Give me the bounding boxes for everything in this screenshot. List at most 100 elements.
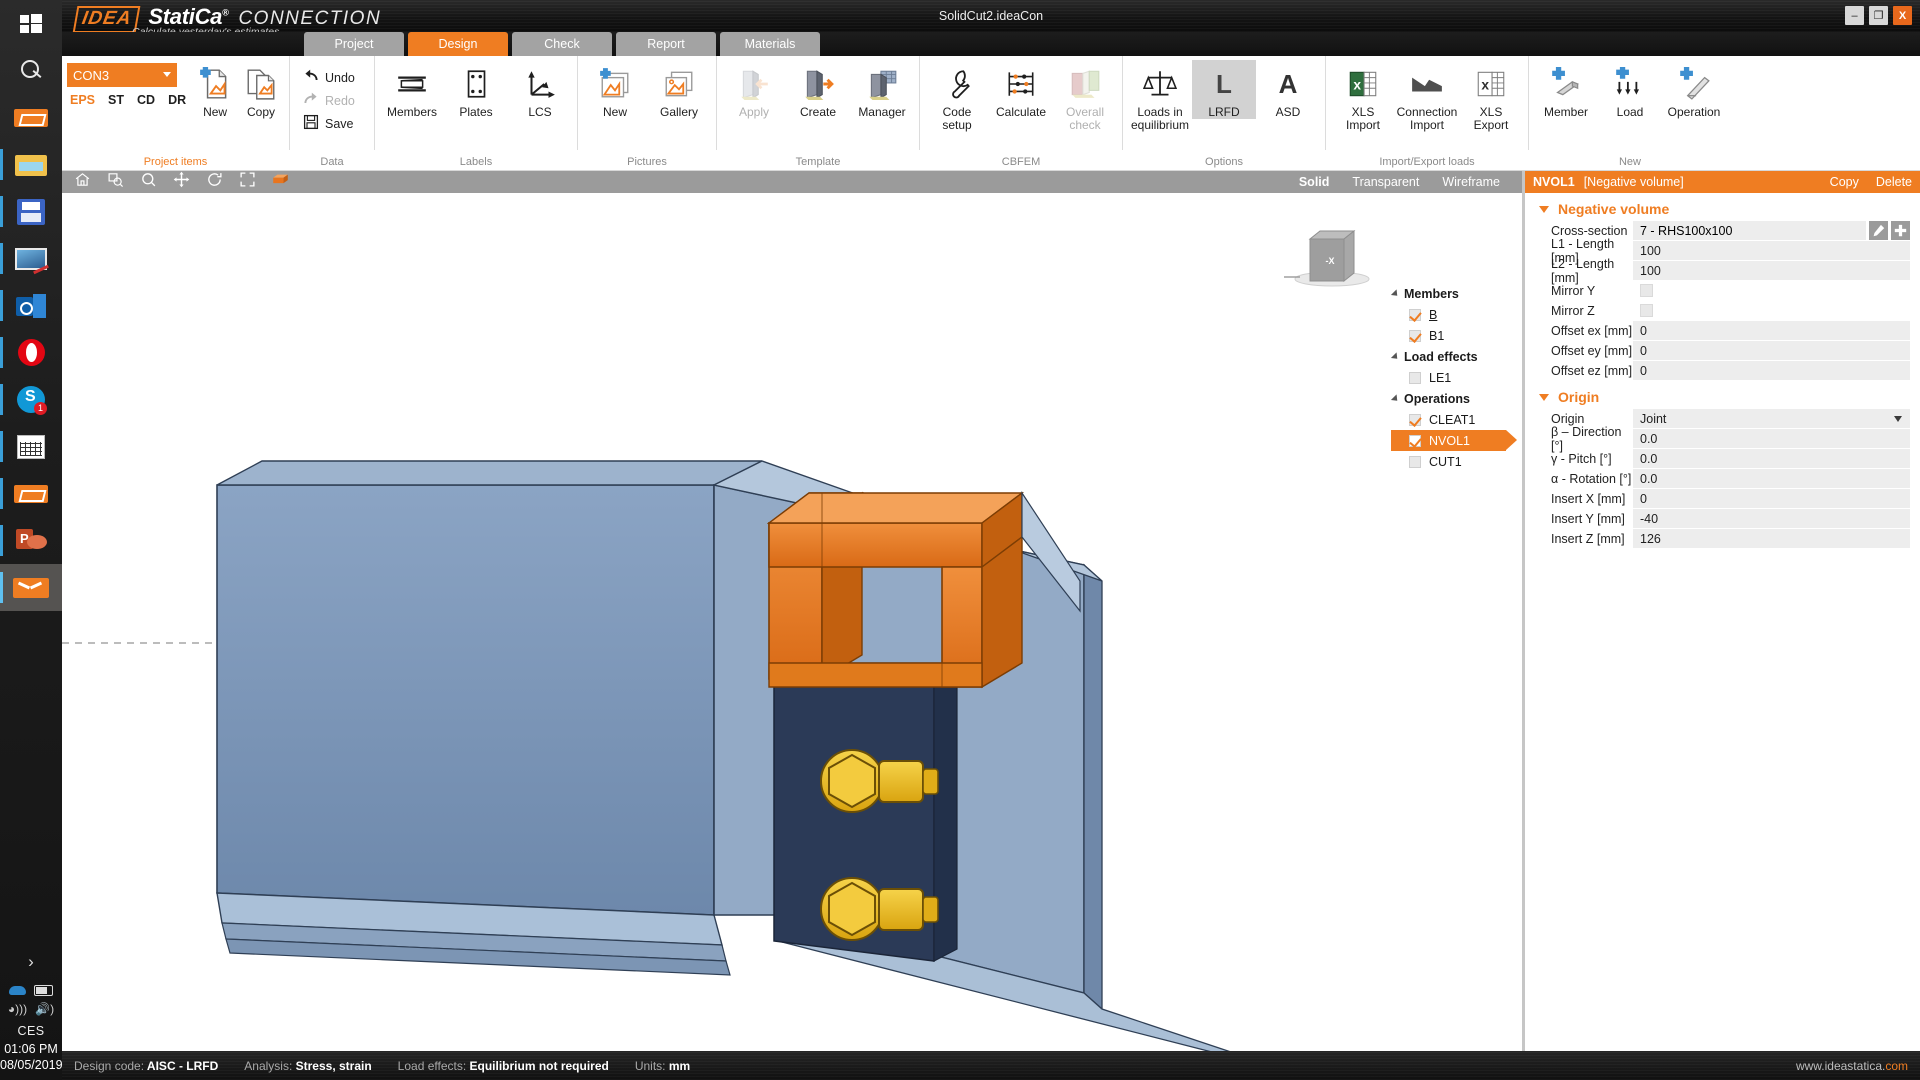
tab-materials[interactable]: Materials — [720, 32, 820, 56]
plates-button[interactable]: Plates — [444, 60, 508, 119]
save-button[interactable]: Save — [303, 112, 361, 135]
render-mode-solid[interactable]: Solid — [1299, 175, 1330, 189]
battery-icon[interactable] — [34, 985, 53, 996]
property-input[interactable]: 0.0 — [1633, 449, 1910, 469]
asd-button[interactable]: A ASD — [1256, 60, 1320, 119]
property-input[interactable]: -40 — [1633, 509, 1910, 529]
render-mode-transparent[interactable]: Transparent — [1352, 175, 1419, 189]
visibility-checkbox[interactable] — [1409, 434, 1421, 447]
add-cross-section-button[interactable] — [1891, 221, 1910, 241]
tab-project[interactable]: Project — [304, 32, 404, 56]
tree-group-load-effects[interactable]: Load effects — [1390, 346, 1506, 367]
visibility-checkbox[interactable] — [1409, 413, 1421, 426]
new-button[interactable]: New — [583, 60, 647, 119]
connection-selector[interactable]: CON3 — [67, 63, 177, 87]
chip-dr[interactable]: DR — [168, 93, 186, 107]
delete-button[interactable]: Delete — [1876, 175, 1912, 189]
wifi-icon[interactable]: ◕))) — [8, 1002, 27, 1016]
fit-screen-icon[interactable] — [239, 171, 256, 193]
taskbar-idea-statica[interactable] — [0, 94, 62, 141]
maximize-button[interactable]: ❐ — [1869, 6, 1888, 25]
home-icon[interactable] — [74, 171, 91, 193]
rotate-icon[interactable] — [206, 171, 223, 193]
property-input[interactable]: 0 — [1633, 489, 1910, 509]
property-input[interactable]: 0.0 — [1633, 469, 1910, 489]
taskbar-file-explorer[interactable] — [0, 141, 62, 188]
taskbar-idea-statica-2[interactable] — [0, 470, 62, 517]
properties-section-negative-volume[interactable]: Negative volume — [1525, 193, 1920, 221]
solid-block-icon[interactable] — [272, 171, 289, 193]
chip-st[interactable]: ST — [108, 93, 124, 107]
chip-eps[interactable]: EPS — [70, 93, 95, 107]
taskbar-opera[interactable] — [0, 329, 62, 376]
tree-item-nvol1[interactable]: NVOL1 — [1391, 430, 1517, 451]
calculate-button[interactable]: Calculate — [989, 60, 1053, 119]
tray-expand-button[interactable]: › — [0, 946, 62, 982]
website-link[interactable]: www.ideastatica.com — [1796, 1059, 1908, 1073]
tree-group-members[interactable]: Members — [1390, 283, 1506, 304]
property-input[interactable]: 0.0 — [1633, 429, 1910, 449]
tree-item-le1[interactable]: LE1 — [1391, 367, 1506, 388]
zoom-window-icon[interactable] — [107, 171, 124, 193]
properties-section-origin[interactable]: Origin — [1525, 381, 1920, 409]
xls-import-button[interactable]: x XLS Import — [1331, 60, 1395, 132]
lcs-button[interactable]: LCS — [508, 60, 572, 119]
tree-group-operations[interactable]: Operations — [1390, 388, 1506, 409]
taskbar-powerpoint[interactable] — [0, 517, 62, 564]
property-combo[interactable]: Joint — [1633, 409, 1910, 429]
copy-button[interactable]: Copy — [1830, 175, 1859, 189]
operation-button[interactable]: Operation — [1662, 60, 1726, 119]
start-button[interactable] — [0, 0, 62, 47]
edit-cross-section-button[interactable] — [1869, 221, 1888, 241]
property-input[interactable]: 0 — [1633, 321, 1910, 341]
magnifier-icon[interactable] — [140, 171, 157, 193]
taskbar-save-app[interactable] — [0, 188, 62, 235]
property-checkbox[interactable] — [1640, 284, 1653, 298]
taskbar-clock[interactable]: 01:06 PM 08/05/2019 — [0, 1041, 63, 1080]
tree-item-b1[interactable]: B1 — [1391, 325, 1506, 346]
connection-3d-model[interactable] — [62, 193, 1522, 1051]
tree-item-cut1[interactable]: CUT1 — [1391, 451, 1506, 472]
tab-design[interactable]: Design — [408, 32, 508, 56]
connection-import-button[interactable]: Connection Import — [1395, 60, 1459, 132]
property-input[interactable]: 0 — [1633, 341, 1910, 361]
taskbar-skype[interactable]: 1 — [0, 376, 62, 423]
minimize-button[interactable]: – — [1845, 6, 1864, 25]
property-input[interactable]: 0 — [1633, 361, 1910, 381]
member-button[interactable]: Member — [1534, 60, 1598, 119]
create-button[interactable]: Create — [786, 60, 850, 119]
copy-button[interactable]: Copy — [238, 60, 284, 119]
property-input[interactable]: 100 — [1633, 241, 1910, 261]
tab-check[interactable]: Check — [512, 32, 612, 56]
taskbar-search[interactable] — [0, 47, 62, 94]
pan-icon[interactable] — [173, 171, 190, 193]
new-button[interactable]: New — [192, 60, 238, 119]
load-button[interactable]: Load — [1598, 60, 1662, 119]
property-checkbox[interactable] — [1640, 304, 1653, 318]
gallery-button[interactable]: Gallery — [647, 60, 711, 119]
tree-item-b[interactable]: B — [1391, 304, 1506, 325]
taskbar-connection[interactable] — [0, 564, 62, 611]
close-button[interactable]: X — [1893, 6, 1912, 25]
xls-export-button[interactable]: x XLS Export — [1459, 60, 1523, 132]
tree-item-cleat1[interactable]: CLEAT1 — [1391, 409, 1506, 430]
view-cube[interactable]: -X — [1282, 221, 1382, 291]
lrfd-button[interactable]: L LRFD — [1192, 60, 1256, 119]
visibility-checkbox[interactable] — [1409, 371, 1421, 384]
property-input[interactable]: 100 — [1633, 261, 1910, 281]
property-input[interactable]: 126 — [1633, 529, 1910, 549]
loads-in-equilibrium-button[interactable]: Loads in equilibrium — [1128, 60, 1192, 132]
cloud-icon[interactable] — [9, 986, 26, 995]
visibility-checkbox[interactable] — [1409, 455, 1421, 468]
taskbar-calculator[interactable] — [0, 423, 62, 470]
manager-button[interactable]: Manager — [850, 60, 914, 119]
visibility-checkbox[interactable] — [1409, 308, 1421, 321]
tab-report[interactable]: Report — [616, 32, 716, 56]
code-setup-button[interactable]: Code setup — [925, 60, 989, 132]
taskbar-photos[interactable] — [0, 235, 62, 282]
taskbar-outlook[interactable] — [0, 282, 62, 329]
volume-icon[interactable]: 🔊) — [35, 1002, 54, 1016]
cross-section-combo[interactable]: 7 - RHS100x100 — [1633, 221, 1866, 241]
members-button[interactable]: Members — [380, 60, 444, 119]
render-mode-wireframe[interactable]: Wireframe — [1442, 175, 1500, 189]
